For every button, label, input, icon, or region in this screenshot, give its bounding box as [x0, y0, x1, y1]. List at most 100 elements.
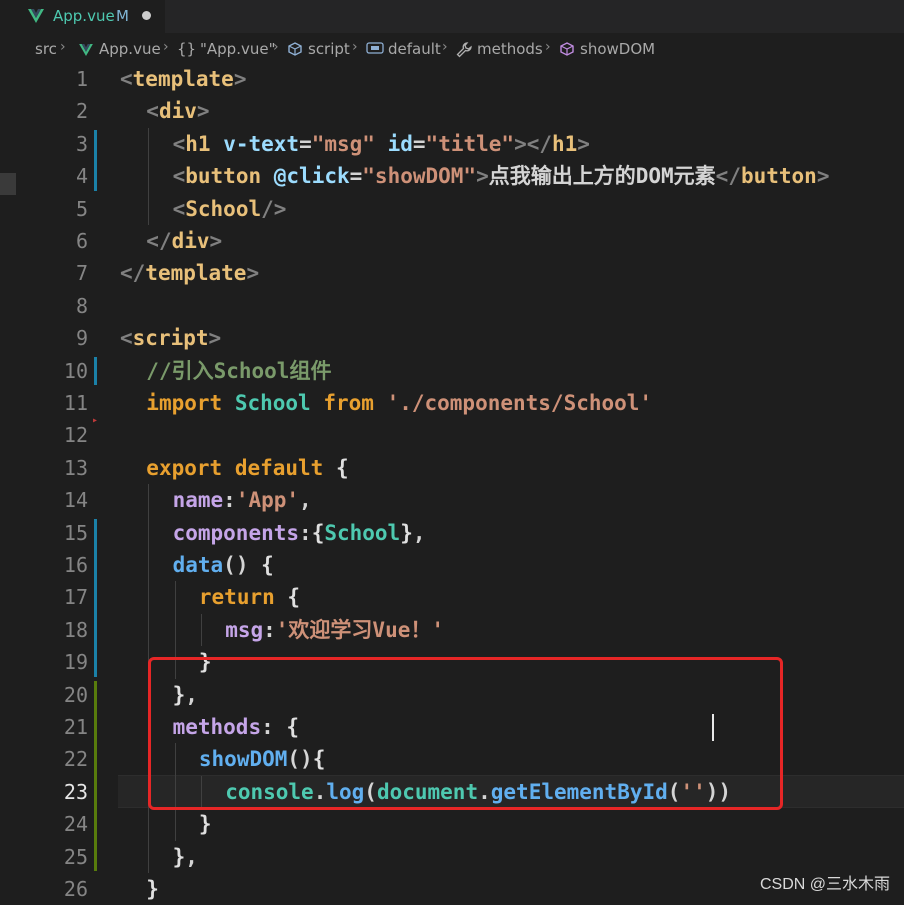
code-token: button	[185, 164, 262, 189]
line-number: 8	[75, 293, 88, 318]
code-line[interactable]: <School/>	[173, 193, 287, 225]
code-token: <	[120, 326, 133, 351]
line-number: 25	[63, 844, 88, 869]
code-token: </	[715, 164, 741, 189]
git-change-marker[interactable]	[94, 680, 97, 871]
unsaved-dot-icon[interactable]	[142, 11, 151, 20]
line-number: 17	[63, 585, 88, 610]
line-number: 9	[75, 326, 88, 351]
git-change-marker[interactable]	[94, 518, 97, 677]
code-token: </	[120, 261, 146, 286]
method-cube-icon	[560, 42, 574, 56]
code-token: <	[172, 131, 186, 156]
code-token: {	[311, 520, 325, 545]
code-line[interactable]: export default {	[146, 452, 348, 484]
code-token: "title"	[425, 131, 515, 156]
code-token: <	[172, 196, 186, 221]
code-line[interactable]: //引入School组件	[146, 355, 331, 387]
code-token: >	[209, 229, 223, 253]
code-token: <	[172, 164, 186, 189]
breadcrumb-item-src[interactable]: src	[35, 40, 57, 58]
code-line[interactable]: <div>	[146, 95, 209, 127]
code-line[interactable]: <h1 v-text="msg" id="title"></h1>	[173, 128, 590, 160]
line-number: 18	[63, 617, 88, 642]
wrench-icon	[456, 42, 472, 58]
breadcrumb-item-default[interactable]: default	[388, 40, 441, 58]
code-token: return	[198, 585, 275, 610]
line-number: 20	[63, 682, 88, 707]
breadcrumb: src › App.vue › {} "App.vue" › script › …	[0, 33, 904, 63]
breadcrumb-item-file[interactable]: App.vue	[99, 40, 161, 58]
code-line[interactable]: },	[173, 841, 198, 873]
chevron-right-icon: ›	[273, 39, 279, 55]
git-change-marker[interactable]	[94, 356, 97, 385]
line-number: 23	[63, 779, 88, 804]
chevron-right-icon: ›	[163, 39, 169, 55]
code-token: id	[387, 131, 413, 156]
code-line[interactable]: </template>	[120, 257, 259, 289]
line-number: 6	[75, 229, 88, 253]
code-line[interactable]: data() {	[173, 549, 274, 581]
code-token: import	[146, 391, 223, 415]
code-token: <	[146, 99, 159, 124]
code-token: >	[196, 99, 210, 124]
indent-guide	[148, 127, 150, 161]
code-token: //引入School组件	[146, 358, 332, 383]
code-line[interactable]: <script>	[120, 322, 221, 354]
code-token: ,	[185, 844, 198, 869]
breadcrumb-item-methods[interactable]: methods	[477, 40, 543, 58]
code-token: >	[816, 164, 830, 189]
code-line[interactable]: <template>	[120, 63, 246, 95]
code-token: >	[577, 131, 590, 156]
line-number: 14	[63, 488, 88, 513]
vue-icon	[79, 44, 93, 56]
code-token: name	[172, 488, 224, 513]
chevron-right-icon: ›	[442, 39, 448, 55]
line-number: 10	[63, 358, 88, 383]
code-token: export	[146, 455, 223, 480]
code-token: >	[233, 67, 247, 91]
line-number: 22	[63, 747, 88, 772]
code-token: }	[198, 812, 212, 837]
code-line[interactable]: components:{School},	[173, 517, 426, 549]
indent-guide	[148, 160, 150, 193]
git-change-marker[interactable]	[94, 129, 97, 191]
code-token: '欢迎学习Vue！'	[275, 617, 444, 642]
code-token: template	[132, 67, 234, 91]
code-line[interactable]: }	[199, 808, 212, 840]
tab-app-vue[interactable]: App.vue M	[0, 0, 165, 33]
code-line[interactable]: </div>	[146, 225, 222, 257]
code-line[interactable]: msg:'欢迎学习Vue！'	[225, 614, 444, 646]
breadcrumb-item-module[interactable]: "App.vue"	[200, 40, 275, 58]
code-token: :	[263, 617, 276, 642]
code-token: }	[146, 877, 159, 901]
code-token: />	[261, 196, 287, 221]
indent-guide	[174, 581, 176, 614]
code-token: data	[172, 553, 224, 577]
code-token: components	[172, 520, 300, 545]
code-token: {	[335, 455, 349, 480]
line-number: 19	[63, 650, 88, 675]
code-token: <	[120, 67, 133, 91]
watermark: CSDN @三水木雨	[759, 876, 890, 893]
line-number: 24	[63, 812, 88, 837]
code-line[interactable]: <button @click="showDOM">点我输出上方的DOM元素</b…	[173, 160, 830, 192]
line-number: 1	[75, 67, 88, 91]
breadcrumb-item-showdom[interactable]: showDOM	[580, 40, 655, 58]
code-token: ()	[223, 553, 249, 577]
code-line[interactable]: name:'App',	[173, 484, 312, 516]
code-token: =	[299, 131, 312, 156]
line-number: 11	[63, 391, 88, 415]
code-token: './components/School'	[386, 391, 653, 415]
code-line[interactable]: }	[146, 873, 159, 905]
indent-guide	[148, 613, 150, 647]
code-line[interactable]: return {	[199, 581, 300, 613]
breadcrumb-item-script[interactable]: script	[308, 40, 350, 58]
line-number: 16	[63, 553, 88, 577]
code-line[interactable]: import School from './components/School'	[146, 387, 652, 419]
code-token: ,	[299, 488, 312, 513]
